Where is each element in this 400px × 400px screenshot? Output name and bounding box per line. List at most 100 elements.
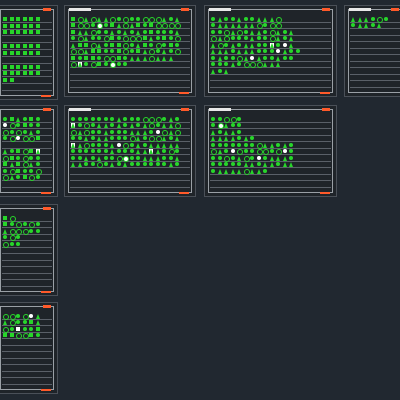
plant-symbol bbox=[23, 44, 27, 48]
plant-symbol bbox=[250, 62, 256, 68]
grid-line bbox=[70, 187, 190, 188]
plant-symbol bbox=[218, 117, 222, 121]
plant-symbol bbox=[231, 143, 235, 147]
drawing-canvas[interactable] bbox=[0, 0, 400, 400]
plant-symbol bbox=[283, 43, 287, 47]
plant-symbol bbox=[218, 162, 222, 166]
plant-symbol bbox=[91, 36, 95, 40]
plant-symbol bbox=[244, 36, 248, 40]
plant-symbol bbox=[29, 229, 33, 233]
plant-symbol bbox=[16, 136, 20, 140]
plant-symbol bbox=[110, 62, 116, 68]
plant-symbol bbox=[3, 78, 7, 82]
title-block-tag bbox=[43, 305, 51, 308]
drawing-sheet[interactable] bbox=[64, 5, 196, 97]
plant-symbol bbox=[175, 123, 181, 129]
drawing-sheet[interactable] bbox=[344, 5, 400, 97]
plant-symbol bbox=[175, 43, 179, 47]
plant-symbol bbox=[78, 149, 82, 153]
plant-symbol bbox=[91, 156, 95, 160]
plant-symbol bbox=[84, 17, 88, 22]
plant-symbol bbox=[175, 156, 179, 161]
plant-symbol bbox=[218, 169, 222, 174]
plant-symbol bbox=[143, 149, 147, 154]
plant-symbol bbox=[10, 24, 14, 28]
plant-symbol bbox=[16, 65, 20, 69]
drawing-sheet[interactable] bbox=[0, 105, 58, 197]
plant-symbol bbox=[123, 162, 127, 167]
plant-symbol bbox=[36, 17, 40, 21]
drawing-sheet[interactable] bbox=[0, 5, 58, 100]
grid-line bbox=[2, 22, 52, 23]
plant-symbol bbox=[276, 143, 280, 147]
plant-symbol bbox=[162, 136, 166, 141]
plant-symbol bbox=[97, 149, 101, 153]
plant-symbol bbox=[104, 62, 108, 66]
plant-symbol bbox=[3, 71, 7, 75]
plant-symbol bbox=[84, 62, 88, 66]
plant-symbol bbox=[263, 17, 267, 22]
grid-line bbox=[2, 128, 52, 129]
grid-line bbox=[2, 351, 52, 352]
plant-symbol bbox=[3, 162, 7, 166]
grid-line bbox=[350, 35, 400, 36]
drawing-sheet[interactable] bbox=[204, 5, 337, 97]
plant-symbol bbox=[156, 143, 160, 148]
symbol-grid bbox=[2, 215, 52, 287]
plant-symbol bbox=[169, 49, 173, 53]
plant-symbol bbox=[117, 23, 121, 28]
plant-symbol bbox=[250, 56, 254, 60]
title-block-tag bbox=[322, 108, 330, 111]
plant-symbol bbox=[84, 43, 88, 47]
symbol-grid bbox=[210, 116, 331, 188]
plant-symbol bbox=[143, 136, 147, 140]
plant-symbol bbox=[10, 130, 14, 134]
drawing-sheet[interactable] bbox=[64, 105, 196, 197]
plant-symbol bbox=[29, 314, 33, 318]
plant-symbol bbox=[237, 36, 241, 40]
plant-symbol bbox=[130, 17, 134, 21]
plant-symbol bbox=[36, 156, 40, 160]
plant-symbol bbox=[36, 123, 40, 127]
plant-symbol bbox=[211, 23, 215, 27]
plant-symbol bbox=[110, 156, 114, 160]
symbol-grid bbox=[70, 16, 190, 88]
plant-symbol bbox=[10, 71, 14, 75]
plant-symbol bbox=[23, 51, 27, 55]
plant-symbol bbox=[117, 136, 121, 140]
plant-symbol bbox=[78, 30, 82, 35]
plant-symbol bbox=[3, 175, 9, 181]
plant-symbol bbox=[237, 123, 241, 127]
plant-symbol bbox=[231, 56, 235, 60]
grid-line bbox=[2, 325, 52, 326]
plant-symbol bbox=[283, 49, 287, 54]
plant-symbol bbox=[36, 51, 40, 55]
plant-symbol bbox=[71, 49, 77, 55]
plant-symbol bbox=[16, 162, 20, 166]
plant-symbol bbox=[162, 17, 166, 22]
plant-symbol bbox=[3, 320, 7, 325]
plant-symbol bbox=[149, 143, 153, 148]
plant-symbol bbox=[231, 30, 235, 35]
plant-symbol bbox=[149, 162, 153, 166]
plant-symbol bbox=[16, 156, 20, 160]
plant-symbol bbox=[257, 17, 261, 22]
plant-symbol bbox=[16, 44, 20, 48]
plant-symbol bbox=[97, 36, 101, 40]
plant-symbol bbox=[71, 30, 75, 34]
drawing-sheet[interactable] bbox=[0, 302, 58, 394]
drawing-sheet[interactable] bbox=[204, 105, 337, 197]
grid-line bbox=[70, 180, 190, 181]
grid-line bbox=[2, 227, 52, 228]
drawing-sheet[interactable] bbox=[0, 204, 58, 296]
plant-symbol bbox=[169, 136, 173, 140]
plant-symbol bbox=[3, 333, 7, 337]
plant-symbol bbox=[175, 49, 181, 55]
plant-symbol bbox=[16, 235, 20, 239]
plant-symbol bbox=[130, 123, 134, 128]
plant-symbol bbox=[3, 44, 7, 48]
plant-symbol bbox=[91, 130, 95, 134]
plant-symbol bbox=[10, 327, 14, 331]
plant-symbol bbox=[156, 30, 160, 34]
plant-symbol bbox=[263, 156, 267, 160]
